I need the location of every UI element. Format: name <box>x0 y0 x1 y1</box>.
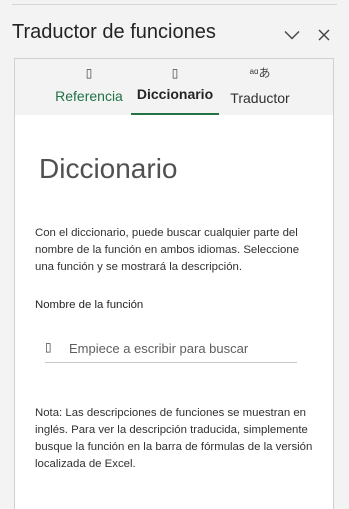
search-box: ▯ <box>45 336 297 363</box>
search-input[interactable] <box>69 336 295 360</box>
search-icon: ▯ <box>45 340 52 354</box>
translate-icon: ᵃᵅあ <box>249 66 271 80</box>
task-pane: Traductor de funciones ▯ Referencia ▯ Di… <box>0 0 349 509</box>
dictionary-icon: ▯ <box>171 66 179 80</box>
close-button[interactable] <box>313 24 335 46</box>
note-text: Nota: Las descripciones de funciones se … <box>35 407 313 470</box>
close-icon <box>318 29 330 41</box>
tab-label: Referencia <box>55 88 123 104</box>
active-tab-indicator <box>131 113 219 115</box>
chevron-down-icon <box>284 31 300 40</box>
tab-label: Traductor <box>230 90 290 106</box>
pane-header: Traductor de funciones <box>0 0 349 58</box>
book-icon: ▯ <box>85 66 93 80</box>
function-name-label: Nombre de la función <box>35 299 144 311</box>
tab-traductor[interactable]: ᵃᵅあ Traductor <box>227 59 293 115</box>
description-text: Con el diccionario, puede buscar cualqui… <box>35 227 300 273</box>
tab-diccionario[interactable]: ▯ Diccionario <box>131 59 219 115</box>
tab-label: Diccionario <box>136 86 214 102</box>
collapse-button[interactable] <box>281 24 303 46</box>
section-heading: Diccionario <box>39 153 178 184</box>
pane-title: Traductor de funciones <box>12 21 216 43</box>
tab-referencia[interactable]: ▯ Referencia <box>53 59 125 115</box>
tab-bar: ▯ Referencia ▯ Diccionario ᵃᵅあ Traductor <box>15 59 333 115</box>
content-card: ▯ Referencia ▯ Diccionario ᵃᵅあ Traductor… <box>14 58 334 509</box>
